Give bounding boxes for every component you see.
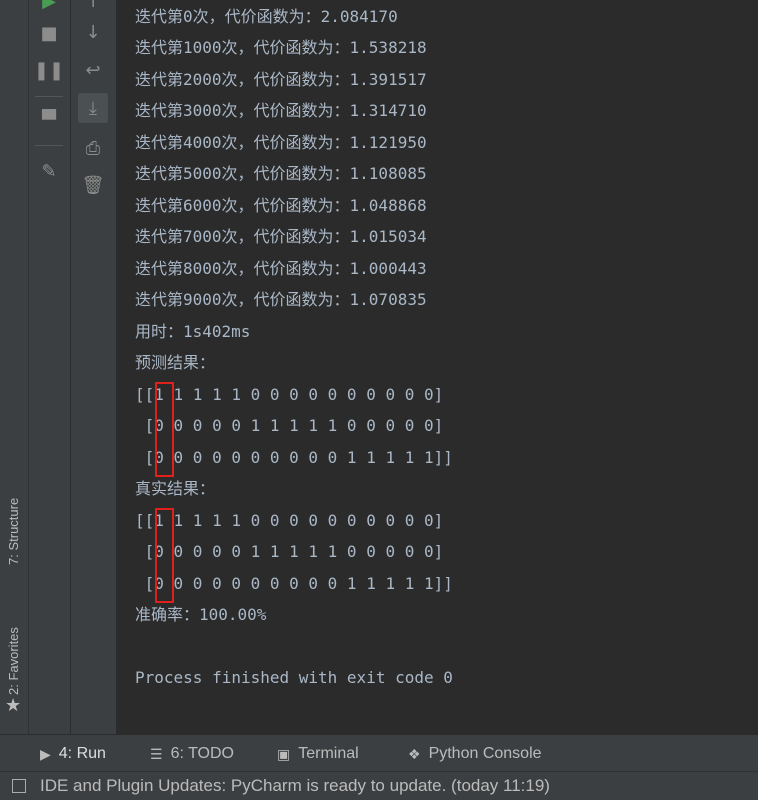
console-line: 迭代第6000次，代价函数为：1.048868 — [135, 196, 427, 215]
tab-todo-label: 6: TODO — [170, 745, 234, 762]
toolbar-divider — [35, 96, 63, 97]
console-line: 迭代第7000次，代价函数为：1.015034 — [135, 227, 427, 246]
prediction-row: [0 0 0 0 0 1 1 1 1 1 0 0 0 0 0] — [135, 416, 444, 435]
console-line: 迭代第0次，代价函数为：2.084170 — [135, 7, 398, 26]
tab-run[interactable]: ▶ 4: Run — [40, 742, 106, 766]
prediction-row: [[1 1 1 1 1 0 0 0 0 0 0 0 0 0 0] — [135, 385, 444, 404]
accuracy-line: 准确率：100.00% — [135, 605, 267, 624]
console-line: 迭代第8000次，代价函数为：1.000443 — [135, 259, 427, 278]
truth-row: [[1 1 1 1 1 0 0 0 0 0 0 0 0 0 0] — [135, 511, 444, 530]
tab-terminal-label: Terminal — [298, 745, 359, 762]
tab-python-console[interactable]: ❖ Python Console — [408, 742, 542, 766]
status-message[interactable]: IDE and Plugin Updates: PyCharm is ready… — [40, 776, 550, 796]
list-icon: ☰ — [150, 745, 163, 762]
left-tool-stripe: 7: Structure 2: Favorites ★ — [0, 0, 29, 734]
run-toolbar-primary: ▶ ■ ❚❚ ▀ ✎ — [29, 0, 71, 734]
window-icon[interactable] — [12, 779, 26, 793]
prediction-highlight-box — [155, 382, 174, 477]
up-arrow-icon[interactable]: ↑ — [78, 0, 108, 16]
print-icon[interactable]: ⎙ — [78, 133, 108, 163]
console-line: 真实结果： — [135, 479, 216, 498]
run-icon: ▶ — [40, 745, 51, 762]
truth-row: [0 0 0 0 0 1 1 1 1 1 0 0 0 0 0] — [135, 542, 444, 561]
truth-row: [0 0 0 0 0 0 0 0 0 0 1 1 1 1 1]] — [135, 574, 453, 593]
rerun-icon[interactable]: ▶ — [34, 0, 64, 16]
trash-icon[interactable]: 🗑 — [78, 170, 108, 200]
python-icon: ❖ — [408, 745, 421, 762]
run-toolbar-secondary: ↑ ↓ ↩ ⤓ ⎙ 🗑 — [71, 0, 117, 734]
terminal-icon: ▣ — [277, 745, 291, 762]
bottom-tool-tabs: ▶ 4: Run ☰ 6: TODO ▣ Terminal ❖ Python C… — [0, 734, 758, 772]
console-line: 迭代第3000次，代价函数为：1.314710 — [135, 101, 427, 120]
favorites-tab-label: 2: Favorites — [6, 627, 21, 695]
console-line: 用时：1s402ms — [135, 322, 251, 341]
console-line: 迭代第9000次，代价函数为：1.070835 — [135, 290, 427, 309]
console-line: 迭代第2000次，代价函数为：1.391517 — [135, 70, 427, 89]
favorites-tab[interactable]: 2: Favorites — [0, 600, 28, 695]
layout-icon[interactable]: ▀ — [34, 105, 64, 135]
toolbar-divider — [35, 145, 63, 146]
pin-icon[interactable]: ✎ — [34, 156, 64, 186]
truth-highlight-box — [155, 508, 174, 603]
star-icon: ★ — [5, 695, 22, 716]
exit-code-line: Process finished with exit code 0 — [135, 668, 453, 687]
stop-icon[interactable]: ■ — [34, 18, 64, 48]
prediction-row: [0 0 0 0 0 0 0 0 0 0 1 1 1 1 1]] — [135, 448, 453, 467]
tab-todo[interactable]: ☰ 6: TODO — [150, 742, 234, 766]
pause-icon[interactable]: ❚❚ — [34, 55, 64, 85]
tab-run-label: 4: Run — [58, 745, 106, 762]
console-line: 预测结果： — [135, 353, 216, 372]
tab-terminal[interactable]: ▣ Terminal — [277, 742, 359, 766]
status-bar: IDE and Plugin Updates: PyCharm is ready… — [0, 771, 758, 800]
console-line: 迭代第1000次，代价函数为：1.538218 — [135, 38, 427, 57]
console-output[interactable]: 迭代第0次，代价函数为：2.084170 迭代第1000次，代价函数为：1.53… — [117, 0, 758, 734]
console-line: 迭代第4000次，代价函数为：1.121950 — [135, 133, 427, 152]
scroll-to-end-icon[interactable]: ⤓ — [78, 93, 108, 123]
soft-wrap-icon[interactable]: ↩ — [78, 55, 108, 85]
tab-python-console-label: Python Console — [428, 745, 542, 762]
structure-tab[interactable]: 7: Structure — [0, 450, 28, 565]
structure-tab-label: 7: Structure — [6, 497, 21, 565]
console-line: 迭代第5000次，代价函数为：1.108085 — [135, 164, 427, 183]
down-arrow-icon[interactable]: ↓ — [78, 17, 108, 47]
